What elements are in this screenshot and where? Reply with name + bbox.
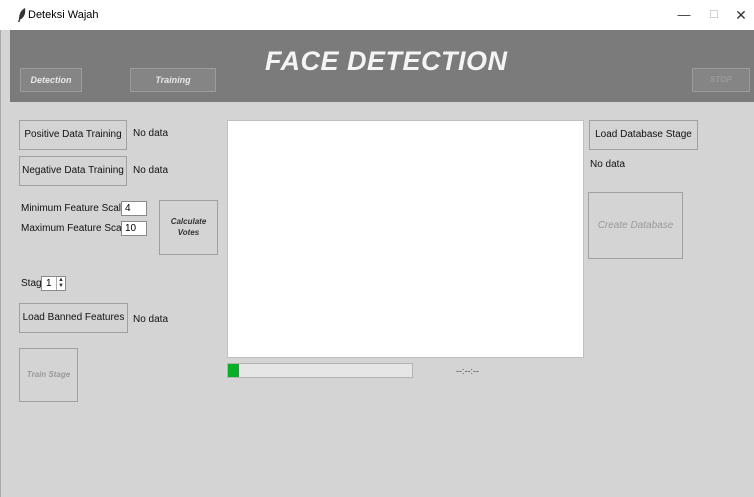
min-feature-scale-label: Minimum Feature Scale [21, 203, 127, 214]
elapsed-timer: --:--:-- [456, 366, 479, 376]
load-database-stage-button[interactable]: Load Database Stage [589, 120, 698, 150]
calculate-votes-line2: Votes [177, 228, 200, 237]
positive-data-training-button[interactable]: Positive Data Training [19, 120, 127, 150]
page-title: FACE DETECTION [265, 46, 508, 76]
detection-tab-button[interactable]: Detection [20, 68, 82, 92]
negative-data-status: No data [133, 165, 169, 176]
progress-bar [227, 363, 413, 378]
image-canvas [227, 120, 584, 358]
max-feature-scale-input[interactable]: 10 [121, 221, 147, 236]
header-banner: Detection Training FACE DETECTION STOP [10, 30, 754, 102]
min-feature-scale-input[interactable]: 4 [121, 201, 147, 216]
stage-spinbox[interactable]: 1 ▲ ▼ [41, 276, 66, 291]
database-status: No data [590, 159, 626, 170]
stop-button[interactable]: STOP [692, 68, 750, 92]
title-bar: Deteksi Wajah — ☐ ✕ [0, 0, 754, 30]
minimize-button[interactable]: — [673, 4, 695, 26]
create-database-button[interactable]: Create Database [588, 192, 683, 259]
window-title: Deteksi Wajah [28, 9, 99, 21]
stage-value: 1 [46, 278, 52, 289]
close-button[interactable]: ✕ [730, 4, 752, 26]
positive-data-status: No data [133, 128, 169, 139]
banned-features-status: No data [133, 314, 169, 325]
feather-icon [18, 8, 26, 22]
spin-arrows-icon[interactable]: ▲ ▼ [56, 277, 65, 290]
training-tab-button[interactable]: Training [130, 68, 216, 92]
negative-data-training-button[interactable]: Negative Data Training [19, 156, 127, 186]
app-window: Detection Training FACE DETECTION STOP P… [0, 30, 754, 497]
progress-fill [228, 364, 240, 377]
calculate-votes-button[interactable]: Calculate Votes [159, 200, 218, 255]
calculate-votes-line1: Calculate [170, 217, 207, 226]
maximize-button[interactable]: ☐ [703, 4, 725, 26]
load-banned-features-button[interactable]: Load Banned Features [19, 303, 128, 333]
max-feature-scale-label: Maximum Feature Scale [21, 223, 130, 234]
train-stage-button[interactable]: Train Stage [19, 348, 78, 402]
